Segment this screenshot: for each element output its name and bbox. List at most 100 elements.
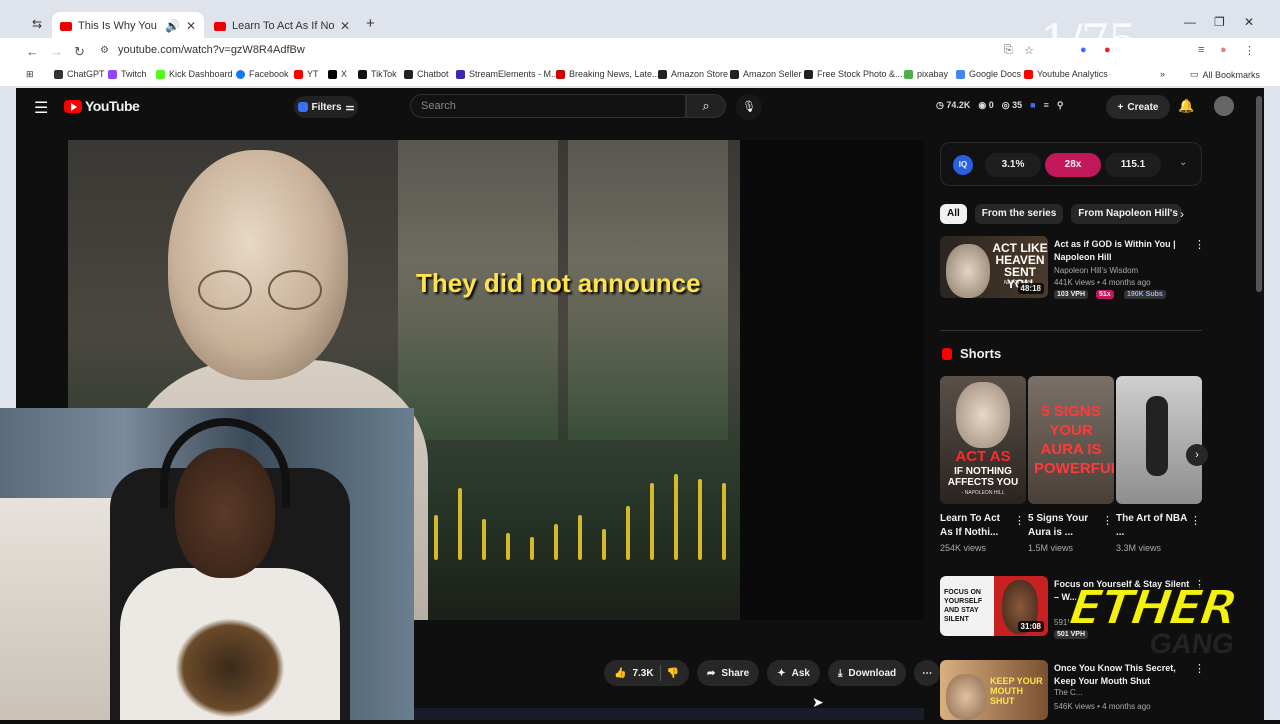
shorts-heading: Shorts bbox=[942, 346, 1001, 361]
bookmark-item[interactable]: Chatbot bbox=[404, 69, 449, 79]
iq-pill: 3.1% bbox=[985, 153, 1041, 177]
iq-badge[interactable]: IQ bbox=[953, 155, 973, 175]
bookmark-item[interactable]: Breaking News, Late... bbox=[556, 69, 660, 79]
list-icon[interactable]: ≡ bbox=[1044, 100, 1049, 111]
short-item[interactable]: 5 SIGNS YOUR AURA IS POWERFUL 5 Signs Yo… bbox=[1028, 376, 1114, 553]
more-vert-icon[interactable]: ⋮ bbox=[1194, 662, 1205, 675]
recommended-video[interactable]: KEEP YOUR MOUTH SHUT Once You Know This … bbox=[940, 660, 1205, 724]
audio-bar bbox=[698, 479, 702, 560]
more-actions-button[interactable]: ⋯ bbox=[914, 660, 941, 686]
chip-series[interactable]: From the series bbox=[974, 204, 1064, 224]
share-button[interactable]: ➦ Share bbox=[697, 660, 760, 686]
bookmark-item[interactable]: Amazon Seller bbox=[730, 69, 802, 79]
tab-search-icon[interactable]: ⇆ bbox=[32, 17, 42, 31]
video-caption: They did not announce bbox=[416, 268, 701, 298]
bookmark-item[interactable]: Youtube Analytics bbox=[1024, 69, 1108, 79]
short-title[interactable]: 5 Signs Your Aura is ... bbox=[1028, 512, 1100, 540]
all-bookmarks[interactable]: ▭ All Bookmarks bbox=[1190, 69, 1260, 80]
recommended-video[interactable]: ACT LIKE HEAVEN SENT YOU NAPOLEON 48:18 … bbox=[940, 236, 1205, 300]
bookmark-item[interactable]: Facebook bbox=[236, 69, 289, 79]
search-button[interactable]: ⌕ bbox=[686, 94, 726, 118]
share-icon: ➦ bbox=[707, 667, 716, 679]
short-thumbnail[interactable]: ACT AS IF NOTHING AFFECTS YOU - NAPOLEON… bbox=[940, 376, 1026, 504]
profile-icon[interactable]: ● bbox=[1220, 44, 1227, 56]
search-input[interactable]: Search bbox=[410, 94, 686, 118]
video-thumbnail[interactable]: KEEP YOUR MOUTH SHUT bbox=[940, 660, 1048, 720]
chip-channel[interactable]: From Napoleon Hill's Wis bbox=[1071, 204, 1182, 224]
url-field[interactable]: youtube.com/watch?v=gzW8R4AdfBw bbox=[118, 44, 305, 56]
new-tab-button[interactable]: + bbox=[366, 15, 375, 32]
hamburger-menu-icon[interactable]: ☰ bbox=[34, 98, 48, 118]
bookmark-item[interactable]: X bbox=[328, 69, 347, 79]
thumbs-down-icon[interactable]: 👎 bbox=[667, 668, 679, 679]
cast-icon[interactable]: ⎘ bbox=[1004, 44, 1013, 57]
bookmark-item[interactable]: Kick Dashboard bbox=[156, 69, 233, 79]
iq-icon[interactable]: ■ bbox=[1030, 100, 1035, 111]
bookmark-label: Twitch bbox=[121, 69, 147, 79]
more-vert-icon[interactable]: ⋮ bbox=[1102, 514, 1113, 527]
short-item[interactable]: ACT AS IF NOTHING AFFECTS YOU - NAPOLEON… bbox=[940, 376, 1026, 553]
voice-search-button[interactable]: 🎙 bbox=[736, 94, 762, 120]
video-thumbnail[interactable]: FOCUS ON YOURSELF AND STAY SILENT 31:08 bbox=[940, 576, 1048, 636]
more-bookmarks-icon[interactable]: » bbox=[1160, 69, 1165, 79]
short-thumbnail[interactable]: 5 SIGNS YOUR AURA IS POWERFUL bbox=[1028, 376, 1114, 504]
more-vert-icon[interactable]: ⋮ bbox=[1194, 238, 1205, 251]
speaker-icon[interactable]: 🔊 bbox=[165, 19, 180, 33]
extension-icon[interactable]: ⚲ bbox=[1057, 100, 1064, 111]
filters-button[interactable]: Filters ⚌ bbox=[294, 96, 358, 118]
chevron-right-icon[interactable]: › bbox=[1180, 207, 1184, 221]
tab-inactive[interactable]: Learn To Act As If Nothing Both ✕ bbox=[206, 12, 358, 40]
site-info-icon[interactable]: ⚙ bbox=[100, 45, 109, 56]
more-vert-icon[interactable]: ⋮ bbox=[1014, 514, 1025, 527]
short-title[interactable]: The Art of NBA ... bbox=[1116, 512, 1188, 540]
reload-icon[interactable]: ↻ bbox=[74, 44, 85, 60]
bookmark-item[interactable]: Twitch bbox=[108, 69, 147, 79]
chevron-down-icon[interactable]: ⌄ bbox=[1179, 157, 1187, 168]
plus-icon: + bbox=[1117, 101, 1124, 113]
maximize-icon[interactable]: ❐ bbox=[1214, 15, 1225, 29]
create-button[interactable]: + Create bbox=[1106, 95, 1170, 119]
minimize-icon[interactable]: — bbox=[1184, 15, 1196, 29]
tab-close-icon[interactable]: ✕ bbox=[340, 19, 350, 33]
tab-close-icon[interactable]: ✕ bbox=[186, 19, 196, 33]
ask-button[interactable]: ✦ Ask bbox=[767, 660, 820, 686]
bookmark-star-icon[interactable]: ☆ bbox=[1024, 44, 1034, 57]
back-icon[interactable]: ← bbox=[26, 44, 39, 59]
short-item[interactable]: The Art of NBA ... 3.3M views ⋮ bbox=[1116, 376, 1202, 553]
more-vert-icon[interactable]: ⋮ bbox=[1190, 514, 1201, 527]
bookmark-item[interactable]: StreamElements - M... bbox=[456, 69, 559, 79]
window-close-icon[interactable]: ✕ bbox=[1244, 15, 1254, 29]
like-dislike-button[interactable]: 👍 7.3K 👎 bbox=[604, 660, 690, 686]
bookmark-item[interactable]: Google Docs bbox=[956, 69, 1021, 79]
bookmark-item[interactable]: TikTok bbox=[358, 69, 397, 79]
video-duration: 31:08 bbox=[1017, 621, 1044, 632]
youtube-logo[interactable]: YouTube bbox=[64, 98, 140, 114]
bookmark-item[interactable]: Amazon Store bbox=[658, 69, 728, 79]
channel-name[interactable]: Napoleon Hill's Wisdom bbox=[1054, 266, 1138, 275]
stat-value: 0 bbox=[988, 100, 994, 110]
menu-dots-icon[interactable]: ⋮ bbox=[1244, 44, 1255, 57]
short-thumbnail[interactable] bbox=[1116, 376, 1202, 504]
video-thumbnail[interactable]: ACT LIKE HEAVEN SENT YOU NAPOLEON 48:18 bbox=[940, 236, 1048, 298]
download-button[interactable]: ⤓ Download bbox=[827, 660, 907, 686]
thumbs-up-icon[interactable]: 👍 bbox=[614, 668, 626, 679]
media-icon[interactable]: ≡ bbox=[1198, 44, 1204, 56]
bookmark-item[interactable]: pixabay bbox=[904, 69, 948, 79]
channel-name[interactable]: The C... bbox=[1054, 688, 1082, 697]
avatar[interactable] bbox=[1214, 96, 1234, 116]
short-views: 3.3M views bbox=[1116, 543, 1162, 553]
page-scrollbar[interactable] bbox=[1256, 96, 1262, 292]
video-title[interactable]: Act as if GOD is Within You | Napoleon H… bbox=[1054, 238, 1186, 264]
short-title[interactable]: Learn To Act As If Nothi... bbox=[940, 512, 1012, 540]
chip-all[interactable]: All bbox=[940, 204, 967, 224]
apps-grid-icon[interactable]: ⊞ bbox=[26, 69, 34, 80]
bookmark-item[interactable]: Free Stock Photo &... bbox=[804, 69, 903, 79]
tab-active[interactable]: This Is Why You Must Stay 🔊 ✕ bbox=[52, 12, 204, 40]
bookmark-item[interactable]: YT bbox=[294, 69, 319, 79]
thumbnail-text: FOCUS ON YOURSELF AND STAY SILENT bbox=[944, 589, 983, 623]
forward-icon[interactable]: → bbox=[50, 44, 63, 59]
video-title[interactable]: Once You Know This Secret, Keep Your Mou… bbox=[1054, 662, 1190, 688]
shorts-next-button[interactable]: › bbox=[1186, 444, 1208, 466]
notifications-bell-icon[interactable]: 🔔 bbox=[1178, 98, 1194, 114]
bookmark-item[interactable]: ChatGPT bbox=[54, 69, 105, 79]
